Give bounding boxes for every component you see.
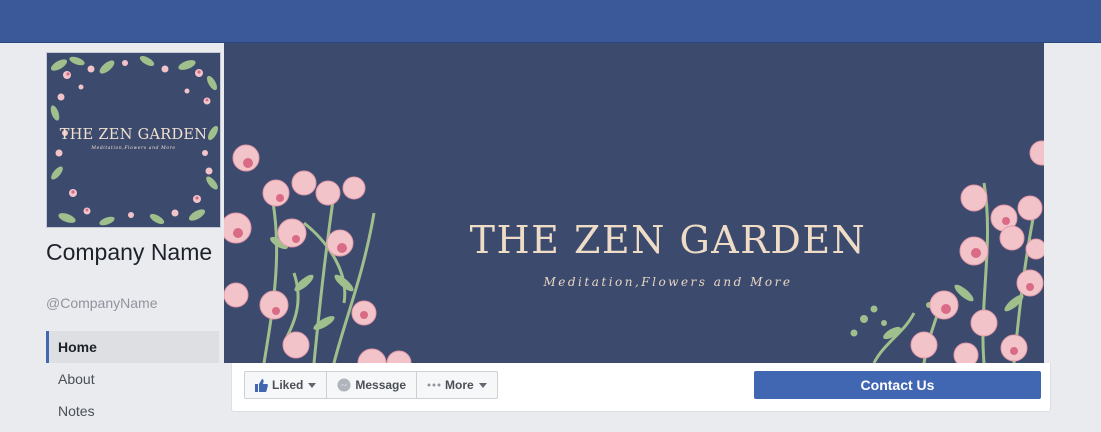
ellipsis-icon bbox=[427, 383, 441, 387]
nav-item-home[interactable]: Home bbox=[46, 331, 219, 363]
cover-photo[interactable]: THE ZEN GARDEN Meditation,Flowers and Mo… bbox=[224, 43, 1044, 363]
cover-floral-decoration bbox=[224, 140, 1044, 363]
profile-picture-title: THE ZEN GARDEN bbox=[59, 127, 208, 143]
contact-us-button[interactable]: Contact Us bbox=[754, 371, 1041, 399]
liked-button[interactable]: Liked bbox=[245, 372, 328, 398]
chevron-down-icon bbox=[478, 382, 487, 388]
profile-picture-subtitle: Meditation,Flowers and More bbox=[91, 146, 176, 151]
page-action-buttons: Liked Message More bbox=[244, 371, 498, 399]
page-name[interactable]: Company Name bbox=[46, 240, 216, 265]
top-bar bbox=[0, 0, 1101, 43]
page-action-bar: Liked Message More Contact Us bbox=[231, 363, 1051, 412]
chevron-down-icon bbox=[308, 382, 317, 388]
nav-item-notes[interactable]: Notes bbox=[46, 395, 219, 427]
message-button[interactable]: Message bbox=[327, 372, 418, 398]
profile-picture[interactable]: THE ZEN GARDEN Meditation,Flowers and Mo… bbox=[46, 52, 221, 228]
message-button-label: Message bbox=[355, 378, 407, 392]
cover-subtitle: Meditation,Flowers and More bbox=[543, 275, 793, 289]
more-button[interactable]: More bbox=[417, 372, 497, 398]
thumbs-up-icon bbox=[255, 378, 268, 392]
side-nav: Home About Notes bbox=[46, 331, 219, 427]
liked-button-label: Liked bbox=[272, 378, 304, 392]
page-handle[interactable]: @CompanyName bbox=[46, 295, 157, 311]
messenger-icon bbox=[337, 378, 351, 392]
nav-item-about[interactable]: About bbox=[46, 363, 219, 395]
more-button-label: More bbox=[445, 378, 474, 392]
cover-title: THE ZEN GARDEN bbox=[469, 218, 867, 262]
